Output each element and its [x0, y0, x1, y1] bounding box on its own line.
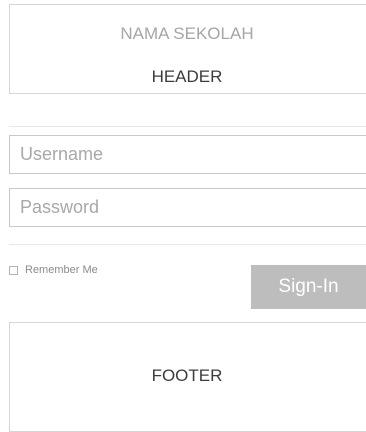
password-input[interactable]: [9, 188, 366, 227]
school-name: NAMA SEKOLAH: [120, 24, 254, 43]
divider: [9, 244, 366, 245]
header-panel: NAMA SEKOLAH HEADER: [9, 4, 366, 94]
footer-label: FOOTER: [151, 366, 223, 385]
username-input[interactable]: [9, 135, 366, 174]
checkbox-icon[interactable]: [9, 265, 18, 275]
header-label: HEADER: [151, 67, 223, 86]
footer-panel: FOOTER: [9, 322, 366, 432]
remember-me-label: Remember Me: [25, 264, 98, 276]
sign-in-button[interactable]: Sign-In: [251, 265, 366, 309]
remember-me-checkbox[interactable]: Remember Me: [9, 264, 98, 276]
divider: [9, 126, 366, 127]
